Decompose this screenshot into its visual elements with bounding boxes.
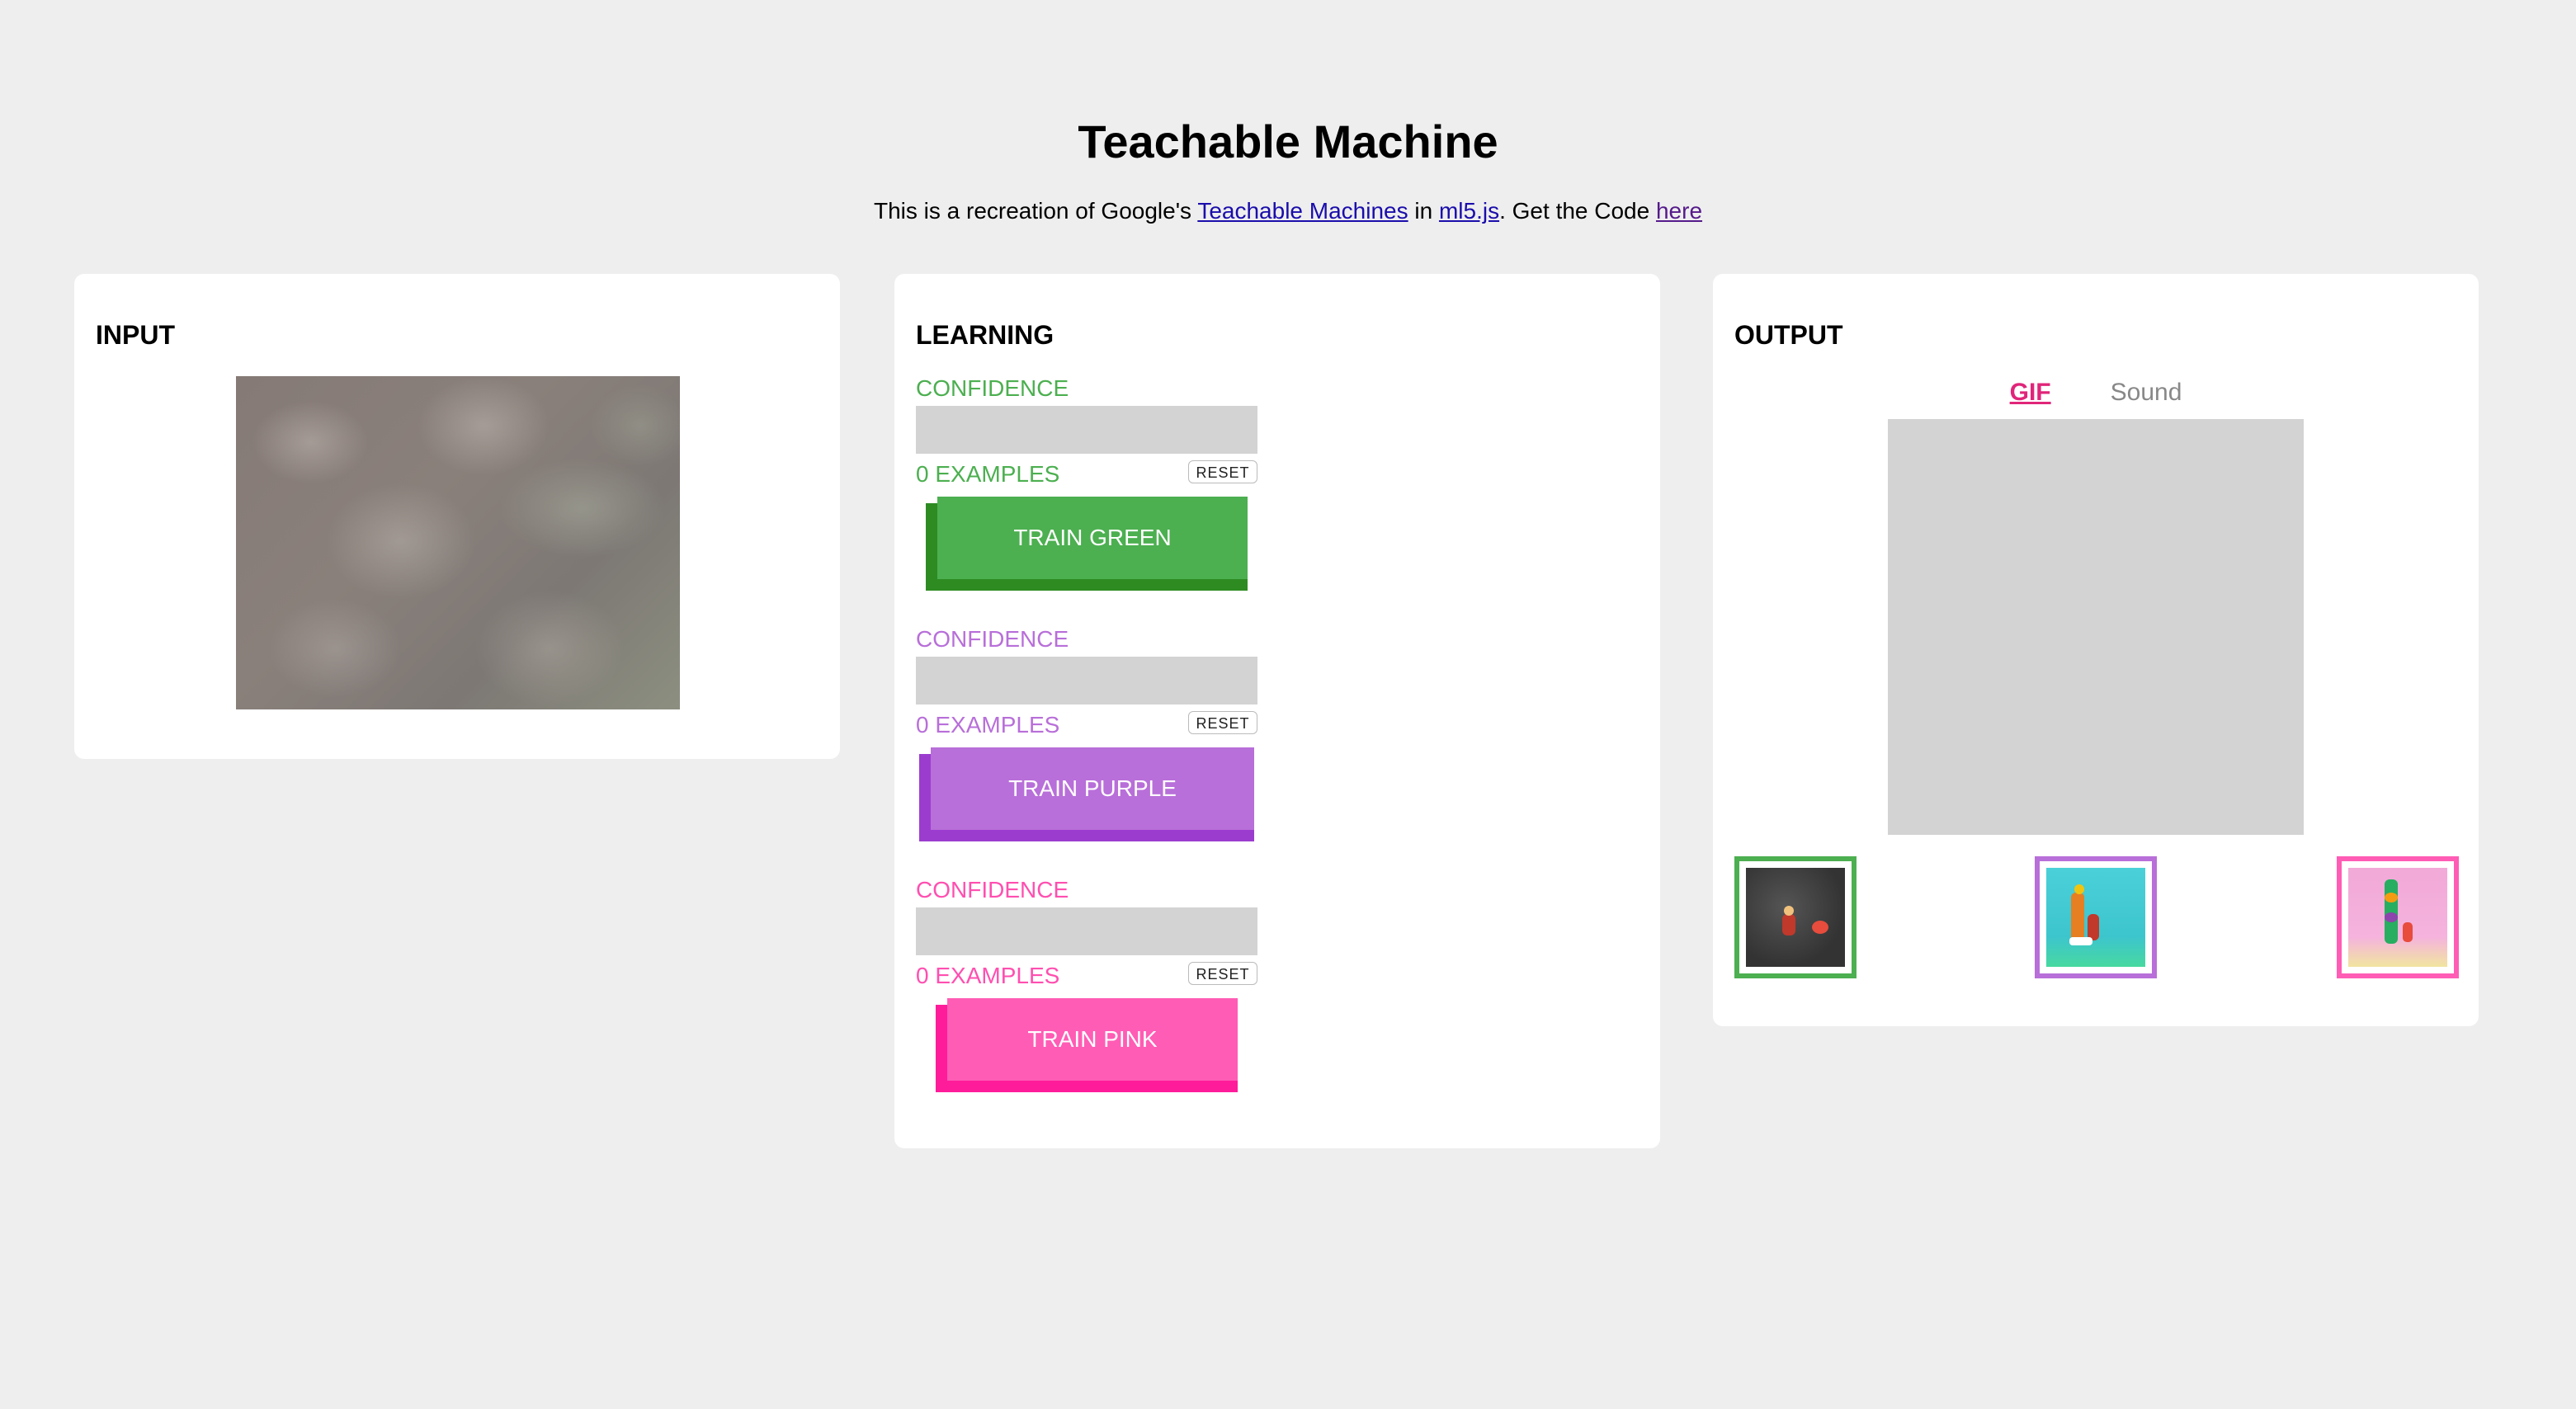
learning-panel-title: LEARNING [916,320,1054,350]
subtitle-text-1: This is a recreation of Google's [873,198,1198,224]
tab-gif[interactable]: GIF [2010,376,2051,409]
train-pink-button[interactable]: TRAIN PINK [936,998,1238,1092]
gif-thumb-purple[interactable] [2035,856,2157,978]
tab-sound[interactable]: Sound [2111,376,2182,409]
confidence-bar-green [916,406,1257,454]
learning-panel: LEARNING CONFIDENCE 0 EXAMPLES RESET TRA… [894,274,1660,1148]
output-tabs: GIF Sound [1713,376,2479,409]
input-panel-title: INPUT [96,320,175,350]
reset-button-green[interactable]: RESET [1188,460,1257,483]
gif-thumb-purple-image [2046,868,2145,967]
gif-thumb-green[interactable] [1734,856,1857,978]
examples-count-green: 0 EXAMPLES [916,461,1060,487]
gif-thumb-pink-image [2348,868,2447,967]
class-purple: CONFIDENCE 0 EXAMPLES RESET TRAIN PURPLE [916,625,1257,848]
teachable-machines-link[interactable]: Teachable Machines [1197,198,1408,224]
confidence-bar-pink [916,907,1257,955]
gif-display [1888,419,2304,835]
input-panel: INPUT [74,274,840,759]
train-pink-bottom [942,1079,1238,1092]
gif-thumb-green-image [1746,868,1845,967]
examples-count-purple: 0 EXAMPLES [916,712,1060,737]
confidence-label-pink: CONFIDENCE [916,877,1069,902]
subtitle-text-3: . Get the Code [1499,198,1656,224]
train-purple-label: TRAIN PURPLE [931,747,1254,830]
page-subtitle: This is a recreation of Google's Teachab… [0,195,2576,228]
train-purple-bottom [926,828,1254,841]
page-title: Teachable Machine [1078,115,1498,167]
reset-button-purple[interactable]: RESET [1188,711,1257,734]
examples-count-pink: 0 EXAMPLES [916,963,1060,988]
code-link[interactable]: here [1656,198,1702,224]
confidence-label-green: CONFIDENCE [916,375,1069,401]
ml5js-link[interactable]: ml5.js [1439,198,1499,224]
webcam-video [236,376,680,709]
output-panel-title: OUTPUT [1734,320,1843,350]
train-green-bottom [932,577,1248,591]
subtitle-text-2: in [1408,198,1439,224]
gif-thumb-pink[interactable] [2337,856,2459,978]
train-green-button[interactable]: TRAIN GREEN [926,497,1248,591]
train-pink-label: TRAIN PINK [947,998,1238,1081]
confidence-label-purple: CONFIDENCE [916,626,1069,652]
confidence-bar-purple [916,657,1257,704]
class-green: CONFIDENCE 0 EXAMPLES RESET TRAIN GREEN [916,375,1257,597]
train-purple-button[interactable]: TRAIN PURPLE [919,747,1254,841]
reset-button-pink[interactable]: RESET [1188,962,1257,985]
train-green-label: TRAIN GREEN [937,497,1248,579]
output-panel: OUTPUT GIF Sound [1713,274,2479,1026]
class-pink: CONFIDENCE 0 EXAMPLES RESET TRAIN PINK [916,876,1257,1099]
